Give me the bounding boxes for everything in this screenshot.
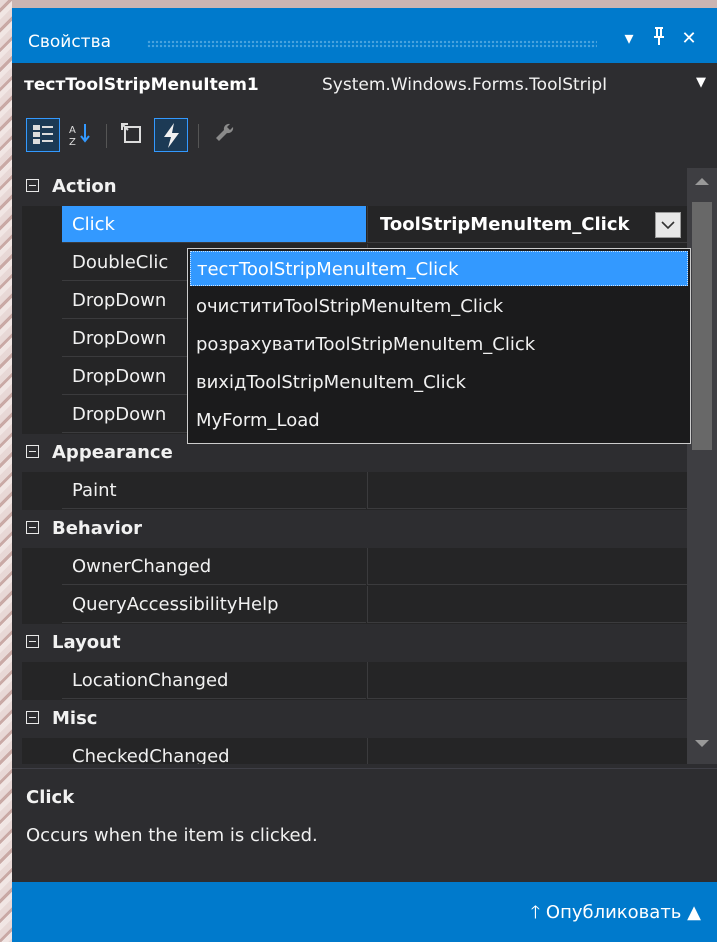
toolbar-separator <box>198 124 199 148</box>
collapse-icon[interactable] <box>26 635 39 648</box>
panel-title: Свойства <box>28 32 112 52</box>
toolbar-separator <box>106 124 107 148</box>
property-value[interactable] <box>367 548 687 585</box>
property-name[interactable]: QueryAccessibilityHelp <box>62 586 366 623</box>
desktop-edge <box>0 0 12 942</box>
dropdown-option[interactable]: розрахуватиToolStripMenuItem_Click <box>190 327 688 362</box>
category-layout[interactable]: Layout <box>22 624 687 662</box>
description-title: Click <box>26 787 75 808</box>
property-pages-icon[interactable] <box>208 118 242 152</box>
category-action[interactable]: Action <box>22 168 687 206</box>
collapse-icon[interactable] <box>26 521 39 534</box>
category-name: Behavior <box>52 518 143 539</box>
scroll-thumb[interactable] <box>692 202 712 450</box>
dropdown-option[interactable]: вихідToolStripMenuItem_Click <box>190 365 688 400</box>
close-icon[interactable]: ✕ <box>678 26 700 52</box>
object-name: тестToolStripMenuItem1 <box>24 75 259 95</box>
property-row[interactable]: CheckedChanged <box>22 738 687 764</box>
object-type: System.Windows.Forms.ToolStripI <box>322 75 608 95</box>
property-row-click[interactable]: Click ToolStripMenuItem_Click <box>22 206 687 244</box>
property-name[interactable]: Paint <box>62 472 366 509</box>
arrow-up-icon: 🡑 <box>530 902 541 923</box>
properties-icon[interactable] <box>116 118 150 152</box>
dropdown-option[interactable]: очиститиToolStripMenuItem_Click <box>190 289 688 324</box>
window-position-dropdown-icon[interactable]: ▾ <box>618 26 640 52</box>
description-text: Occurs when the item is clicked. <box>26 825 318 846</box>
handler-dropdown-list: тестToolStripMenuItem_Click очиститиTool… <box>187 248 691 444</box>
description-pane: Click Occurs when the item is clicked. <box>12 768 717 881</box>
collapse-icon[interactable] <box>26 711 39 724</box>
alphabetical-icon[interactable]: AZ <box>64 118 98 152</box>
property-value[interactable] <box>367 472 687 509</box>
chevron-down-icon[interactable]: ▼ <box>696 75 706 90</box>
category-misc[interactable]: Misc <box>22 700 687 738</box>
property-value[interactable] <box>367 662 687 699</box>
category-name: Action <box>52 176 117 197</box>
publish-button[interactable]: 🡑 Опубликовать ▲ <box>531 900 701 930</box>
property-value[interactable]: ToolStripMenuItem_Click <box>367 206 687 243</box>
property-row[interactable]: QueryAccessibilityHelp <box>22 586 687 624</box>
publish-label: Опубликовать <box>545 902 682 923</box>
scroll-up-icon[interactable] <box>695 178 709 185</box>
chevron-down-icon <box>661 221 675 230</box>
svg-text:A: A <box>69 125 76 136</box>
properties-toolbar: AZ <box>12 112 717 162</box>
property-value[interactable] <box>367 738 687 764</box>
property-row[interactable]: LocationChanged <box>22 662 687 700</box>
property-name[interactable]: CheckedChanged <box>62 738 366 764</box>
dropdown-option[interactable]: MyForm_Load <box>190 403 688 438</box>
category-name: Appearance <box>52 442 173 463</box>
category-behavior[interactable]: Behavior <box>22 510 687 548</box>
collapse-icon[interactable] <box>26 179 39 192</box>
property-name[interactable]: Click <box>62 206 366 243</box>
property-name[interactable]: OwnerChanged <box>62 548 366 585</box>
categorized-icon[interactable] <box>26 118 60 152</box>
vertical-scrollbar[interactable] <box>687 168 717 764</box>
property-name[interactable]: LocationChanged <box>62 662 366 699</box>
object-selector[interactable]: тестToolStripMenuItem1 System.Windows.Fo… <box>12 63 717 107</box>
drag-grip[interactable] <box>147 40 597 48</box>
selected-handler-value[interactable]: ToolStripMenuItem_Click <box>380 206 630 243</box>
svg-text:Z: Z <box>69 137 76 148</box>
category-name: Layout <box>52 632 121 653</box>
dropdown-option[interactable]: тестToolStripMenuItem_Click <box>190 251 688 286</box>
properties-window: Свойства ▾ ✕ тестToolStripMenuItem1 Syst… <box>12 8 717 942</box>
status-bar: 🡑 Опубликовать ▲ <box>12 882 717 942</box>
property-row[interactable]: Paint <box>22 472 687 510</box>
scroll-down-icon[interactable] <box>695 740 709 747</box>
pin-icon[interactable] <box>648 26 670 52</box>
collapse-icon[interactable] <box>26 445 39 458</box>
property-value[interactable] <box>367 586 687 623</box>
desktop-background <box>0 0 717 8</box>
events-icon[interactable] <box>154 118 188 152</box>
value-dropdown-button[interactable] <box>655 212 681 238</box>
category-name: Misc <box>52 708 98 729</box>
property-row[interactable]: OwnerChanged <box>22 548 687 586</box>
title-bar[interactable]: Свойства ▾ ✕ <box>12 8 717 63</box>
chevron-up-icon: ▲ <box>687 902 701 923</box>
